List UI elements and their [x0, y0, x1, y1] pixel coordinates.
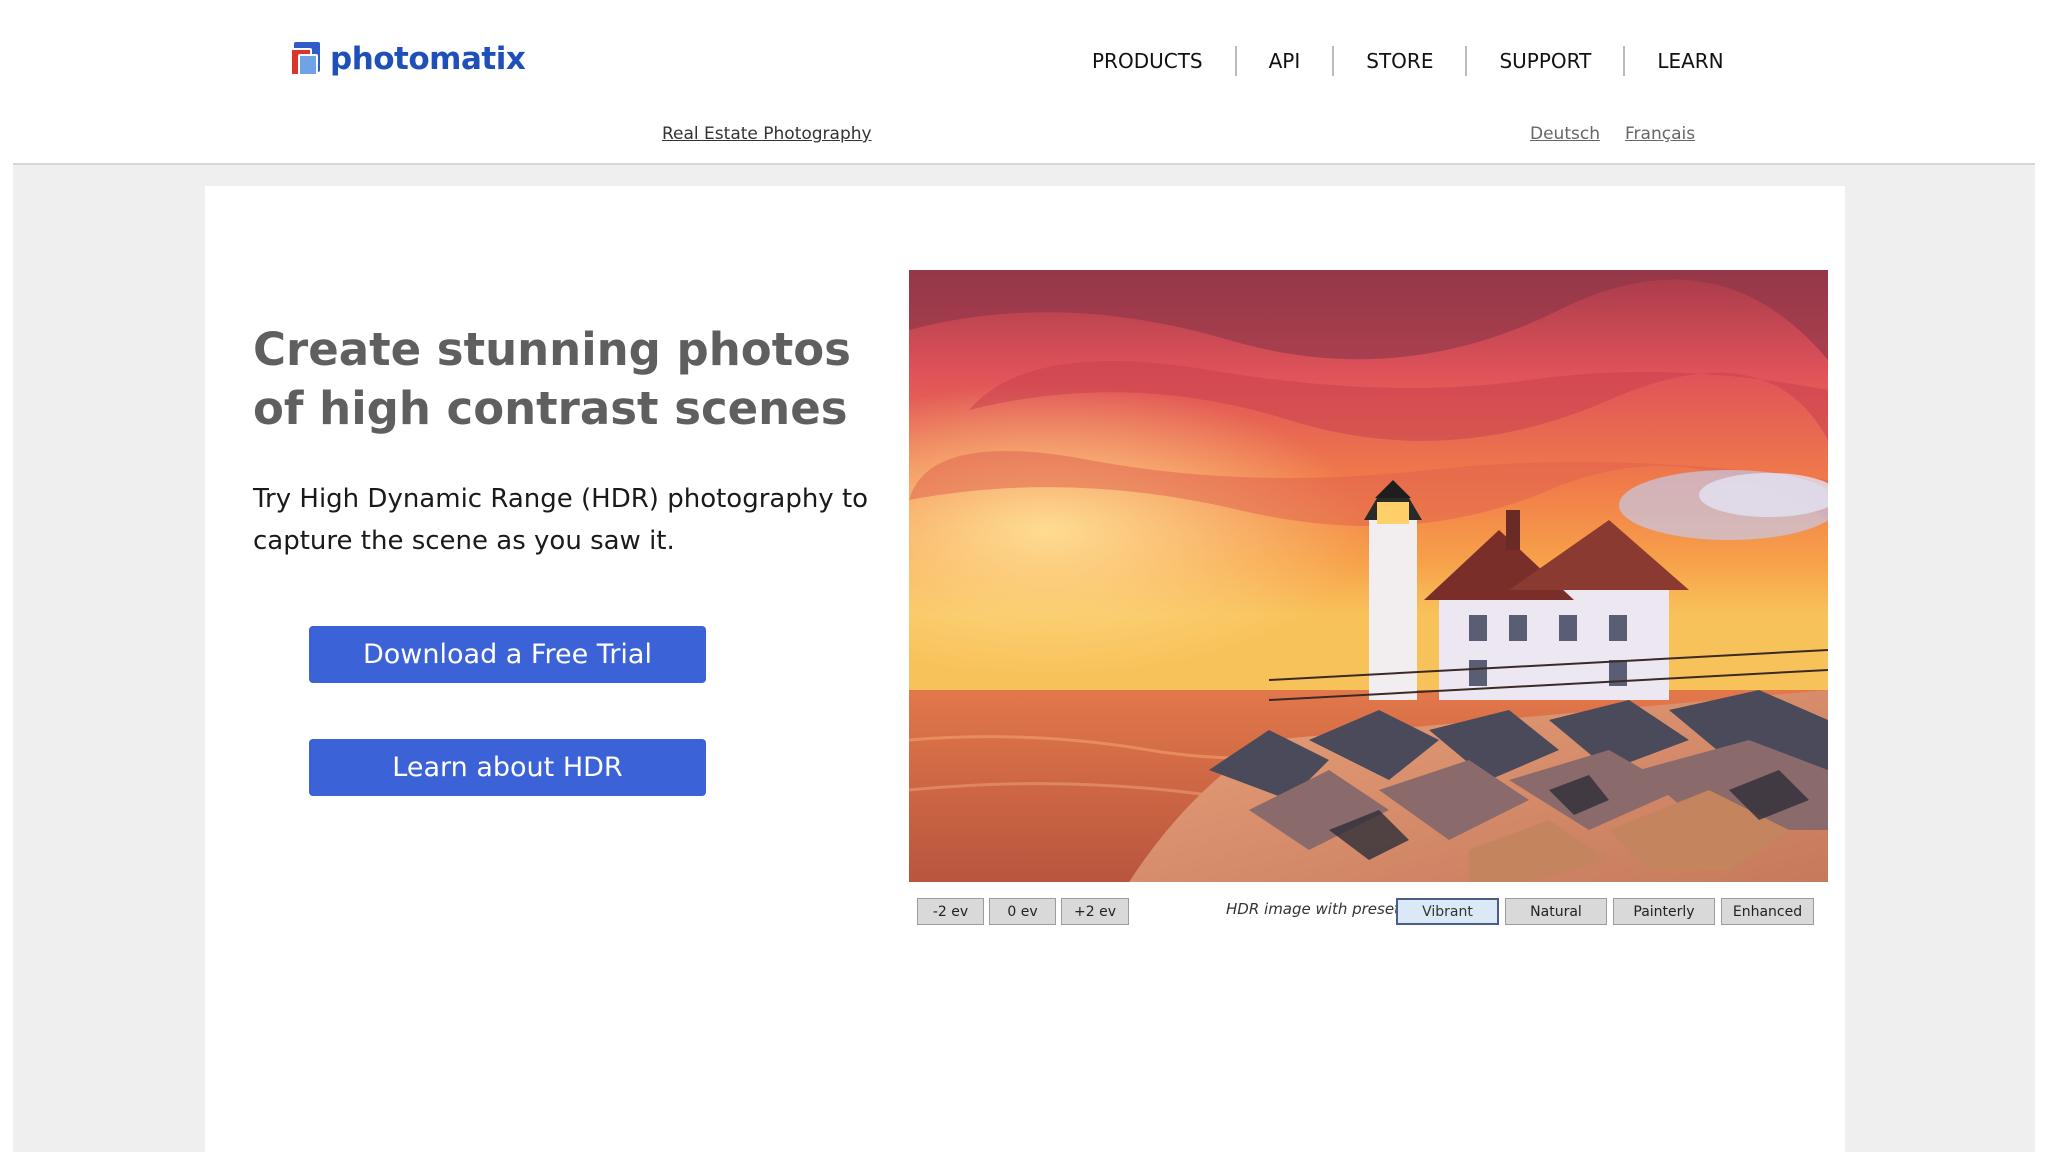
photomatix-logo-icon	[290, 40, 322, 78]
main-nav: PRODUCTS API STORE SUPPORT LEARN	[1090, 46, 1756, 76]
headline-line-2: of high contrast scenes	[253, 382, 848, 435]
lead-line-2: capture the scene as you saw it.	[253, 526, 675, 556]
learn-about-hdr-button[interactable]: Learn about HDR	[309, 739, 706, 796]
preset-painterly-button[interactable]: Painterly	[1613, 898, 1715, 925]
hero-lead-text: Try High Dynamic Range (HDR) photography…	[253, 478, 873, 562]
nav-products[interactable]: PRODUCTS	[1090, 48, 1235, 74]
photomatix-logo[interactable]: photomatix	[290, 40, 526, 78]
preset-natural-button[interactable]: Natural	[1505, 898, 1607, 925]
nav-api[interactable]: API	[1237, 48, 1333, 74]
preset-enhanced-button[interactable]: Enhanced	[1721, 898, 1814, 925]
hero-headline: Create stunning photos of high contrast …	[253, 320, 853, 438]
nav-support[interactable]: SUPPORT	[1467, 48, 1623, 74]
preset-label: HDR image with preset:	[1226, 900, 1405, 918]
headline-line-1: Create stunning photos	[253, 323, 851, 376]
lead-line-1: Try High Dynamic Range (HDR) photography…	[253, 484, 869, 514]
real-estate-photography-link[interactable]: Real Estate Photography	[662, 124, 872, 144]
site-header: photomatix PRODUCTS API STORE SUPPORT LE…	[0, 0, 2048, 165]
hdr-lighthouse-image	[909, 270, 1828, 882]
download-free-trial-button[interactable]: Download a Free Trial	[309, 626, 706, 683]
ev-minus-2-button[interactable]: -2 ev	[917, 898, 984, 925]
logo-text: photomatix	[330, 41, 526, 77]
nav-learn[interactable]: LEARN	[1625, 48, 1755, 74]
ev-plus-2-button[interactable]: +2 ev	[1061, 898, 1129, 925]
ev-0-button[interactable]: 0 ev	[989, 898, 1056, 925]
language-deutsch-link[interactable]: Deutsch	[1530, 124, 1600, 144]
nav-store[interactable]: STORE	[1334, 48, 1465, 74]
language-francais-link[interactable]: Français	[1625, 124, 1695, 144]
preset-vibrant-button[interactable]: Vibrant	[1396, 898, 1499, 925]
